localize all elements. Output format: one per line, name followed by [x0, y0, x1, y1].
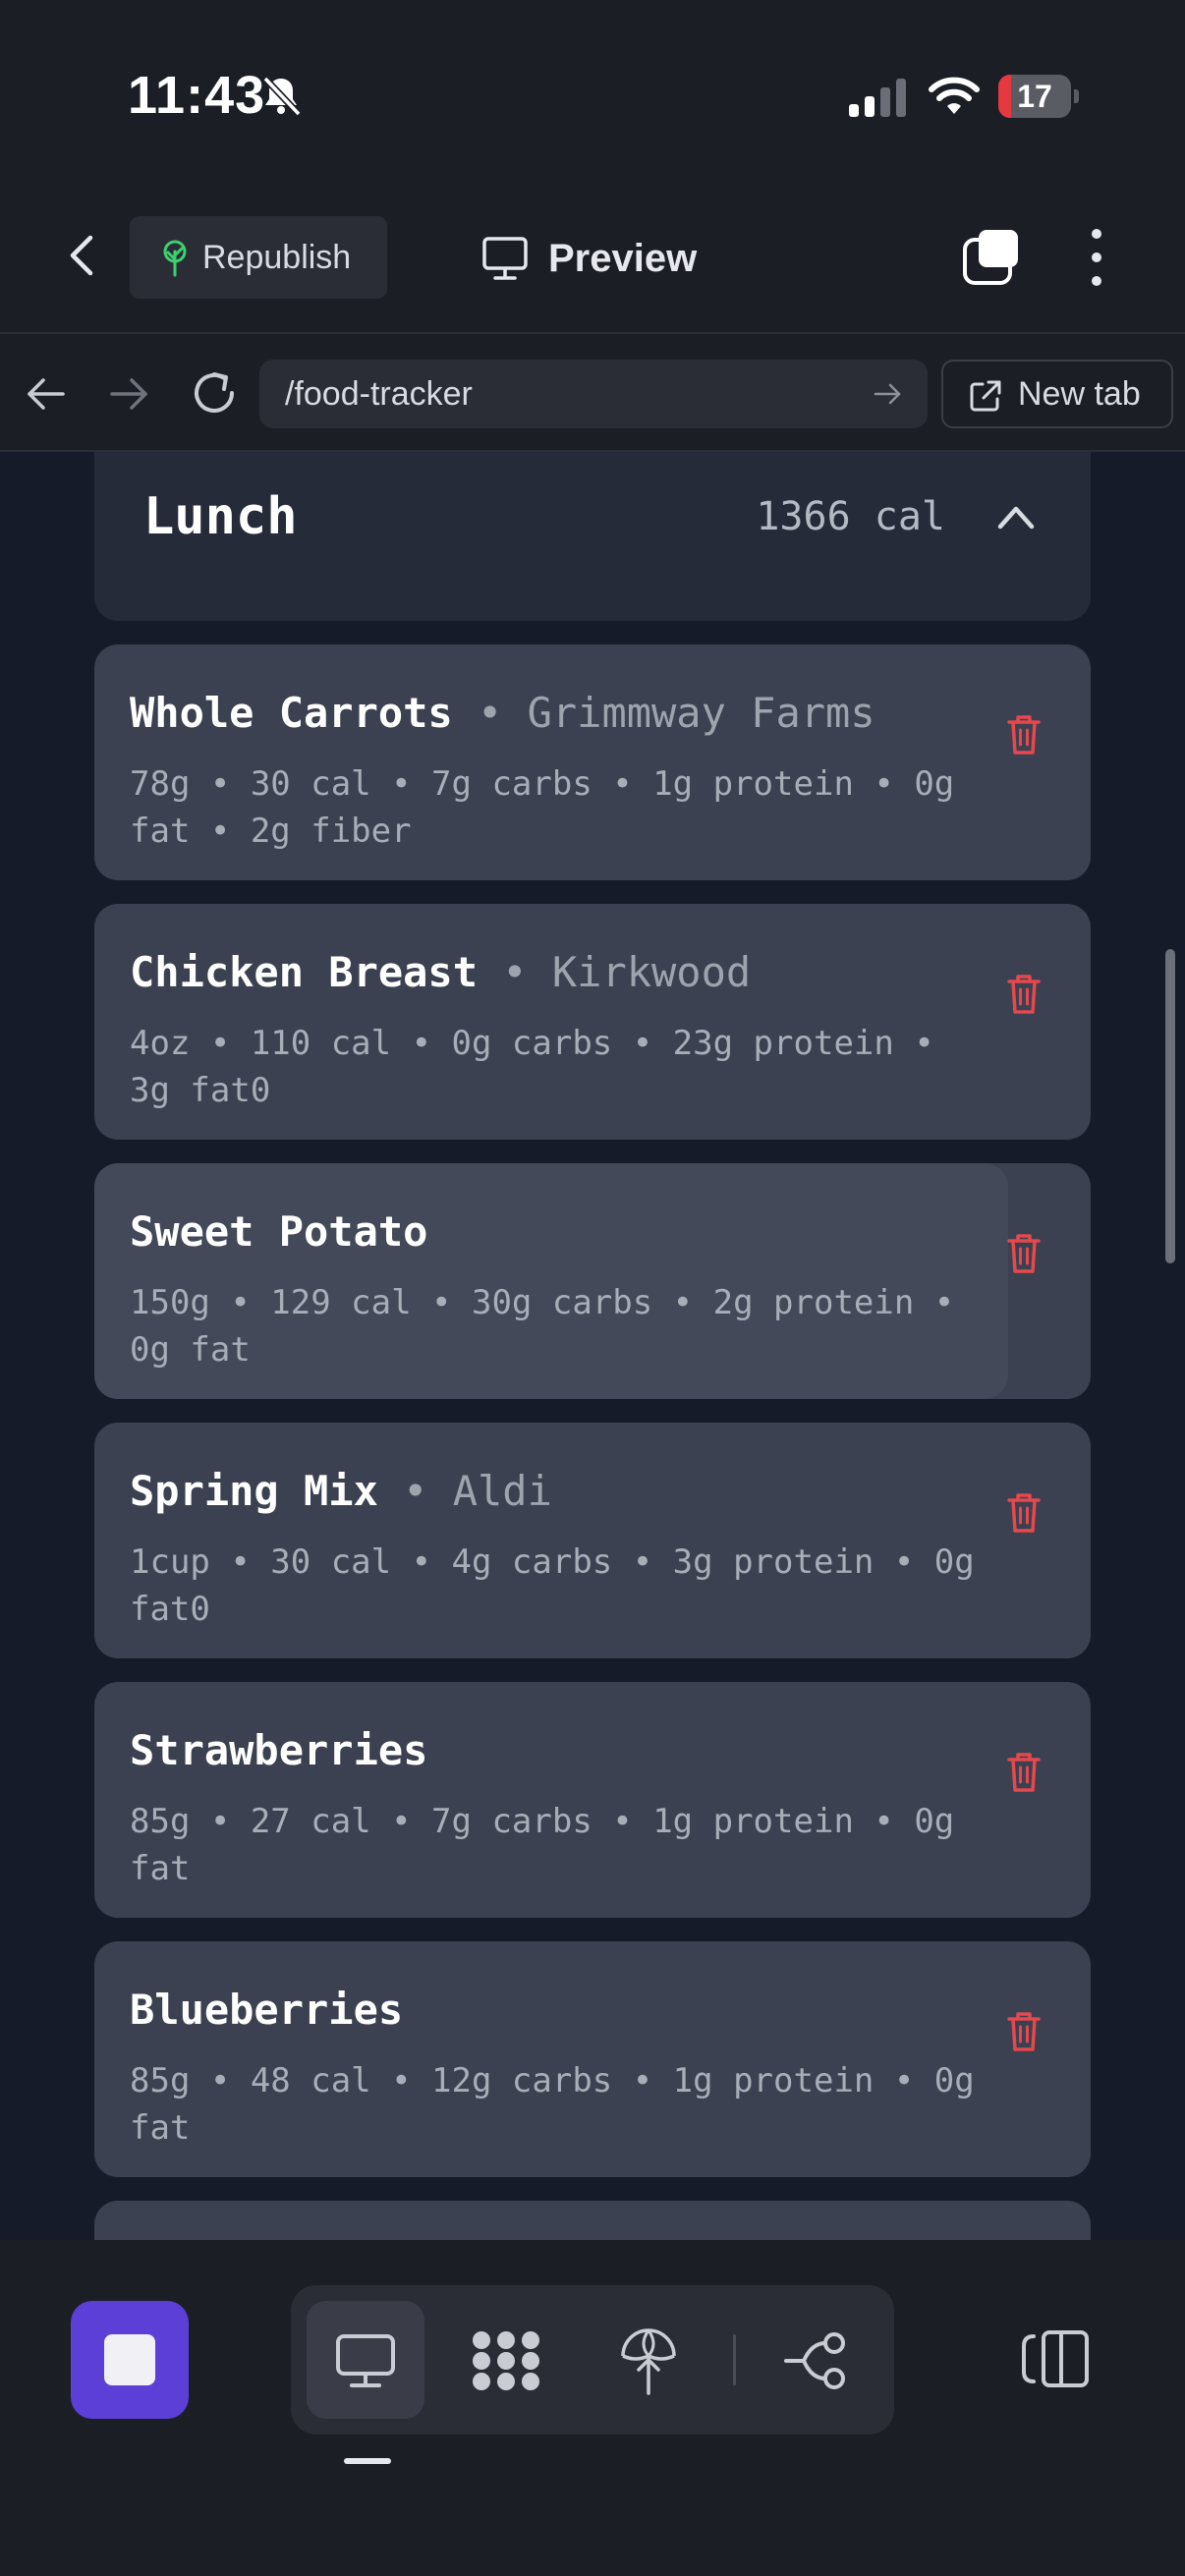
food-item-title: Spring Mix • Aldi	[130, 1462, 552, 1521]
food-item-card[interactable]: Spring Mix • Aldi 1cup • 30 cal • 4g carb…	[94, 1423, 1091, 1658]
food-item-nutrition: 4oz • 110 cal • 0g carbs • 23g protein •…	[130, 1024, 934, 1110]
food-item-separator: •	[377, 1467, 453, 1515]
stop-button[interactable]	[71, 2301, 189, 2419]
food-item-title: Sweet Potato	[130, 1203, 427, 1261]
trash-icon[interactable]	[1006, 973, 1042, 1016]
republish-button[interactable]: Republish	[130, 216, 387, 299]
grid-dots-icon[interactable]	[468, 2328, 544, 2393]
food-item-nutrition: 85g • 48 cal • 12g carbs • 1g protein • …	[130, 2061, 975, 2148]
food-item-title: Blueberries	[130, 1981, 403, 2040]
bell-slash-icon	[262, 76, 302, 117]
food-item-title: Whole Carrots • Grimmway Farms	[130, 684, 875, 743]
trash-icon[interactable]	[1006, 2010, 1042, 2053]
preview-viewport: Lunch 1366 cal Whole Carrots • Grimmway …	[0, 452, 1185, 2240]
reload-icon[interactable]	[189, 367, 240, 419]
active-tab-indicator	[344, 2458, 391, 2464]
trash-icon[interactable]	[1006, 1751, 1042, 1794]
url-text[interactable]: /food-tracker	[285, 360, 473, 428]
preview-label: Preview	[548, 237, 698, 280]
food-item-separator: •	[452, 689, 528, 737]
battery-nub	[1074, 89, 1079, 103]
branch-icon[interactable]	[784, 2330, 849, 2391]
battery-percent: 17	[1017, 79, 1052, 114]
food-item-nutrition: 150g • 129 cal • 30g carbs • 2g protein …	[130, 1283, 955, 1370]
chevron-up-icon[interactable]	[994, 497, 1038, 536]
new-tab-label: New tab	[1018, 375, 1141, 413]
republish-label: Republish	[202, 239, 352, 276]
food-item-card-partial[interactable]	[94, 2201, 1091, 2240]
external-link-icon	[970, 380, 1001, 412]
wifi-icon	[929, 77, 980, 114]
food-item-card[interactable]: Chicken Breast • Kirkwood 4oz • 110 cal •…	[94, 904, 1091, 1140]
monitor-icon[interactable]	[334, 2332, 397, 2389]
meal-title: Lunch	[143, 487, 298, 546]
trash-icon[interactable]	[1006, 1232, 1042, 1275]
food-item-title: Strawberries	[130, 1721, 427, 1780]
monitor-icon	[482, 237, 528, 280]
scrollbar[interactable]	[1165, 949, 1175, 1263]
food-item-title: Chicken Breast • Kirkwood	[130, 943, 751, 1002]
new-tab-button[interactable]: New tab	[941, 360, 1173, 428]
food-item-card[interactable]: Blueberries 85g • 48 cal • 12g carbs • 1g…	[94, 1941, 1091, 2177]
arrow-right-icon[interactable]	[106, 371, 151, 417]
sprout-icon	[163, 240, 187, 277]
battery-icon: 17	[998, 75, 1079, 118]
food-item-name: Blueberries	[130, 1986, 404, 2034]
meal-calories: 1366 cal	[756, 494, 945, 539]
food-item-name: Whole Carrots	[130, 689, 453, 737]
back-icon[interactable]	[59, 232, 106, 279]
food-item-separator: •	[478, 948, 552, 996]
stop-icon	[104, 2334, 155, 2385]
arrow-left-icon[interactable]	[24, 371, 69, 417]
food-item-nutrition: 78g • 30 cal • 7g carbs • 1g protein • 0…	[130, 764, 955, 851]
food-item-name: Spring Mix	[130, 1467, 378, 1515]
status-time: 11:43	[128, 66, 266, 125]
meal-section-header[interactable]: Lunch 1366 cal	[94, 452, 1091, 621]
deploy-icon[interactable]	[619, 2324, 678, 2395]
tabs-icon[interactable]	[961, 228, 1022, 287]
trash-icon[interactable]	[1006, 1491, 1042, 1535]
food-item-name: Strawberries	[130, 1726, 428, 1774]
food-item-brand: Aldi	[452, 1467, 552, 1515]
food-item-card[interactable]: Whole Carrots • Grimmway Farms 78g • 30 c…	[94, 644, 1091, 880]
view-switcher	[291, 2285, 894, 2435]
signal-icon	[849, 79, 906, 117]
food-item-brand: Grimmway Farms	[527, 689, 875, 737]
food-item-name: Sweet Potato	[130, 1207, 428, 1256]
trash-icon[interactable]	[1006, 713, 1042, 756]
toolbar-divider	[733, 2334, 736, 2385]
url-bar[interactable]: /food-tracker	[259, 360, 928, 428]
food-item-nutrition: 85g • 27 cal • 7g carbs • 1g protein • 0…	[130, 1802, 955, 1888]
more-vertical-icon[interactable]	[1081, 226, 1112, 289]
food-item-nutrition: 1cup • 30 cal • 4g carbs • 3g protein • …	[130, 1542, 975, 1629]
go-arrow-icon[interactable]	[873, 379, 902, 409]
food-item-card[interactable]: Strawberries 85g • 27 cal • 7g carbs • 1g…	[94, 1682, 1091, 1918]
food-item-card[interactable]: Sweet Potato 150g • 129 cal • 30g carbs •…	[94, 1163, 1091, 1399]
food-item-name: Chicken Breast	[130, 948, 479, 996]
side-panel-icon[interactable]	[1018, 2328, 1091, 2389]
food-item-brand: Kirkwood	[551, 948, 752, 996]
